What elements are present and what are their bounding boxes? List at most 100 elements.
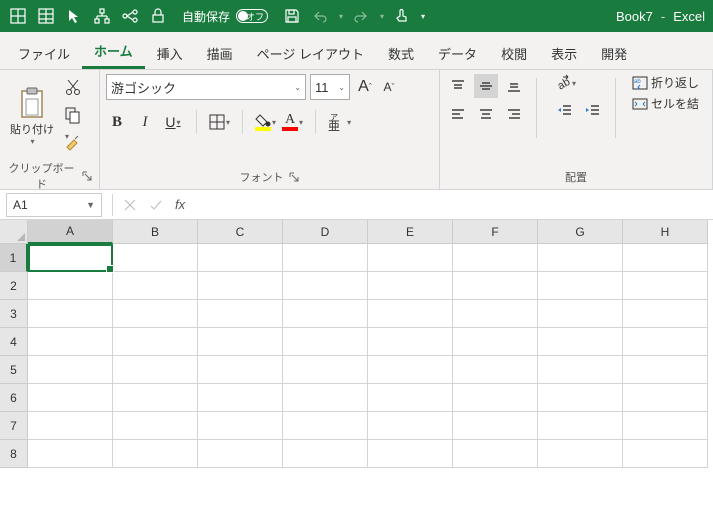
cell[interactable]	[28, 412, 113, 440]
name-box[interactable]: A1▼	[6, 193, 102, 217]
row-header[interactable]: 3	[0, 300, 28, 328]
column-header[interactable]: C	[198, 220, 283, 244]
tab-review[interactable]: 校閲	[489, 36, 539, 69]
cell[interactable]	[283, 244, 368, 272]
cell[interactable]	[113, 440, 198, 468]
cell[interactable]	[283, 412, 368, 440]
cell[interactable]	[623, 384, 708, 412]
cell[interactable]	[28, 272, 113, 300]
row-header[interactable]: 2	[0, 272, 28, 300]
row-header[interactable]: 6	[0, 384, 28, 412]
touch-mode-icon[interactable]	[392, 6, 412, 26]
tab-pagelayout[interactable]: ページ レイアウト	[245, 36, 376, 69]
cell[interactable]	[198, 300, 283, 328]
cell[interactable]	[283, 356, 368, 384]
align-bottom-button[interactable]	[502, 74, 526, 98]
cell[interactable]	[368, 384, 453, 412]
cut-button[interactable]	[64, 78, 84, 98]
fill-color-button[interactable]: ▾	[255, 113, 276, 131]
cell[interactable]	[198, 244, 283, 272]
cell[interactable]	[113, 412, 198, 440]
copy-button[interactable]: ▾	[64, 106, 84, 126]
cell[interactable]	[538, 300, 623, 328]
italic-button[interactable]: I	[134, 110, 156, 134]
cell[interactable]	[453, 356, 538, 384]
cell[interactable]	[283, 328, 368, 356]
cell[interactable]	[623, 412, 708, 440]
cell[interactable]	[623, 440, 708, 468]
clipboard-dialog-launcher[interactable]	[81, 170, 93, 182]
save-icon[interactable]	[282, 6, 302, 26]
cell[interactable]	[368, 356, 453, 384]
formula-input[interactable]	[191, 193, 713, 217]
cell[interactable]	[283, 384, 368, 412]
cell[interactable]	[113, 384, 198, 412]
row-header[interactable]: 8	[0, 440, 28, 468]
cell[interactable]	[28, 440, 113, 468]
tab-file[interactable]: ファイル	[6, 36, 82, 69]
column-header[interactable]: F	[453, 220, 538, 244]
decrease-indent-button[interactable]	[553, 98, 577, 122]
column-header[interactable]: A	[28, 220, 113, 244]
cell[interactable]	[453, 440, 538, 468]
cell[interactable]	[453, 384, 538, 412]
cell[interactable]	[283, 300, 368, 328]
row-header[interactable]: 5	[0, 356, 28, 384]
cancel-icon[interactable]	[121, 196, 139, 214]
bold-button[interactable]: B	[106, 110, 128, 134]
tab-data[interactable]: データ	[426, 36, 489, 69]
cell[interactable]	[28, 328, 113, 356]
column-header[interactable]: H	[623, 220, 708, 244]
enter-icon[interactable]	[147, 196, 165, 214]
cell[interactable]	[623, 244, 708, 272]
tab-view[interactable]: 表示	[539, 36, 589, 69]
cell[interactable]	[198, 328, 283, 356]
cell[interactable]	[113, 272, 198, 300]
cell[interactable]	[28, 356, 113, 384]
cell[interactable]	[453, 300, 538, 328]
paste-button[interactable]: 貼り付け ▾	[6, 74, 58, 158]
select-all-corner[interactable]	[0, 220, 28, 244]
cell[interactable]	[113, 300, 198, 328]
orientation-button[interactable]: ab▾	[553, 74, 605, 92]
cell[interactable]	[198, 412, 283, 440]
cell[interactable]	[453, 244, 538, 272]
cell[interactable]	[453, 412, 538, 440]
cell[interactable]	[623, 272, 708, 300]
row-header[interactable]: 1	[0, 244, 28, 272]
cell[interactable]	[28, 300, 113, 328]
tab-developer[interactable]: 開発	[589, 36, 639, 69]
cell[interactable]	[198, 356, 283, 384]
tab-home[interactable]: ホーム	[82, 33, 145, 69]
cell[interactable]	[623, 356, 708, 384]
cell[interactable]	[368, 300, 453, 328]
cell[interactable]	[113, 356, 198, 384]
insert-function-button[interactable]: fx	[175, 197, 185, 212]
align-center-button[interactable]	[474, 102, 498, 126]
font-color-button[interactable]: A▾	[282, 113, 303, 131]
align-top-button[interactable]	[446, 74, 470, 98]
font-dialog-launcher[interactable]	[288, 171, 300, 183]
qat-hierarchy-icon[interactable]	[92, 6, 112, 26]
autosave-toggle[interactable]: 自動保存 オフ	[182, 8, 268, 25]
cell[interactable]	[538, 244, 623, 272]
cell[interactable]	[198, 440, 283, 468]
align-left-button[interactable]	[446, 102, 470, 126]
column-header[interactable]: E	[368, 220, 453, 244]
undo-icon[interactable]	[310, 6, 330, 26]
font-name-select[interactable]: 游ゴシック⌄	[106, 74, 306, 100]
increase-indent-button[interactable]	[581, 98, 605, 122]
cell[interactable]	[538, 356, 623, 384]
borders-button[interactable]: ▾	[209, 114, 230, 130]
cell[interactable]	[623, 300, 708, 328]
qat-cursor-icon[interactable]	[64, 6, 84, 26]
qat-dependents-icon[interactable]	[120, 6, 140, 26]
cell[interactable]	[28, 244, 113, 272]
cell[interactable]	[538, 440, 623, 468]
redo-icon[interactable]	[351, 6, 371, 26]
cell[interactable]	[198, 272, 283, 300]
qat-grid1-icon[interactable]	[8, 6, 28, 26]
row-header[interactable]: 7	[0, 412, 28, 440]
cell[interactable]	[198, 384, 283, 412]
align-right-button[interactable]	[502, 102, 526, 126]
